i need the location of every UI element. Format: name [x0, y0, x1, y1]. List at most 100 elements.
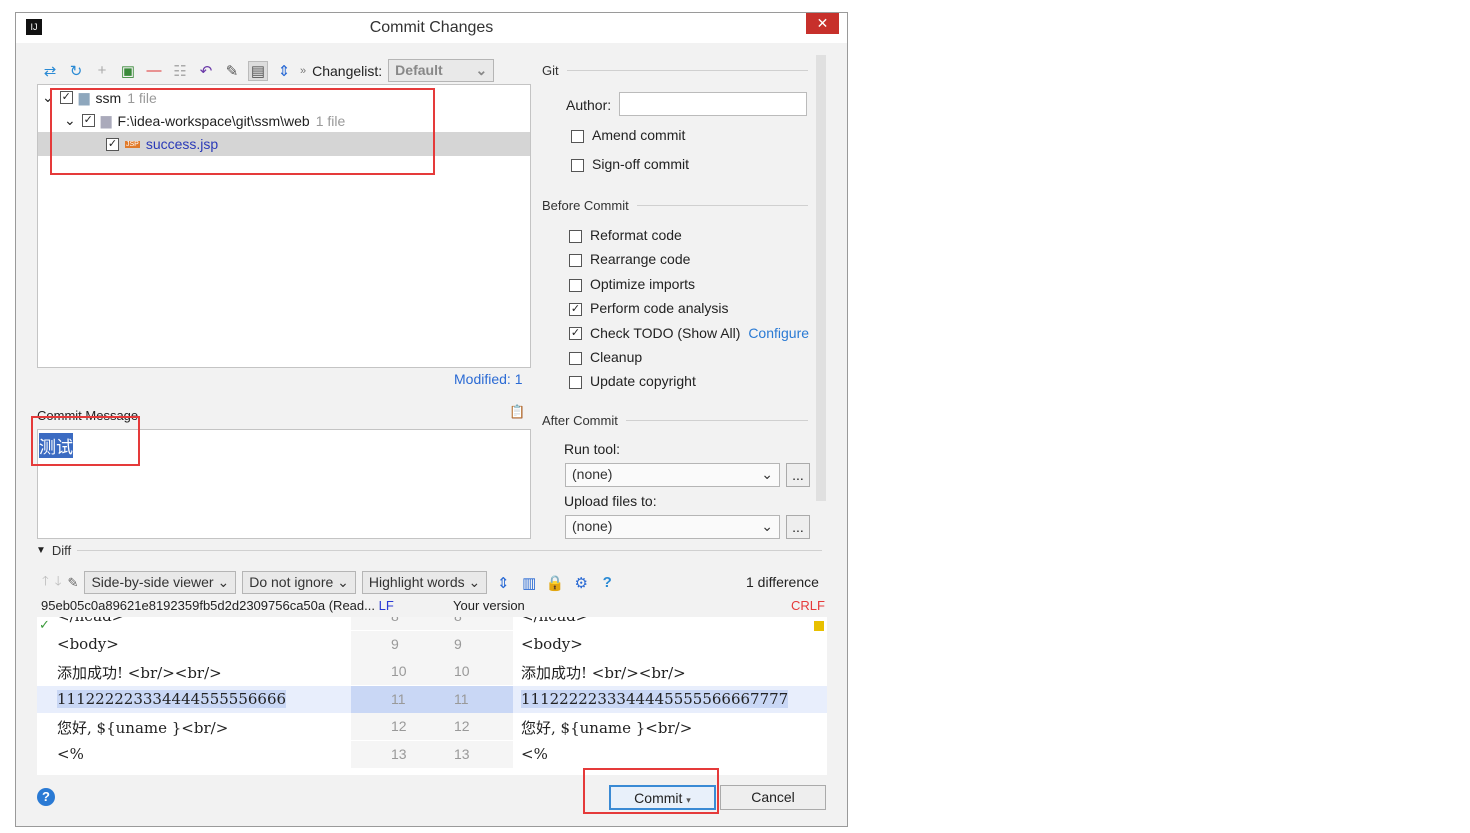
diff-toolbar: 🡑 🡓 ✎ Side-by-side viewer ⌄ Do not ignor…: [42, 571, 617, 594]
message-history-icon[interactable]: 📋: [509, 404, 525, 420]
option-cleanup[interactable]: Cleanup: [569, 349, 642, 365]
diff-section[interactable]: ▼ Diff: [36, 543, 822, 558]
edit-source-icon[interactable]: ✎: [222, 62, 242, 80]
run-tool-dropdown[interactable]: (none) ⌄: [565, 463, 780, 487]
amend-commit-checkbox[interactable]: Amend commit: [571, 127, 685, 143]
left-revision: 95eb05c0a89621e8192359fb5d2d2309756ca50a…: [41, 598, 375, 613]
viewer-dropdown[interactable]: Side-by-side viewer ⌄: [84, 571, 237, 594]
author-input[interactable]: [619, 92, 807, 116]
right-code: </head>: [521, 617, 588, 625]
modified-count[interactable]: Modified: 1: [454, 371, 522, 387]
left-line-number: 10: [391, 663, 407, 679]
run-tool-browse-button[interactable]: ...: [786, 463, 810, 487]
change-marker[interactable]: [814, 621, 824, 631]
author-label: Author:: [566, 97, 612, 113]
group-icon[interactable]: ☷: [170, 62, 190, 80]
option-label: Reformat code: [590, 227, 682, 243]
signoff-commit-checkbox[interactable]: Sign-off commit: [571, 156, 689, 172]
right-code: <body>: [521, 634, 583, 653]
expand-all-icon[interactable]: ⇕: [274, 62, 294, 80]
option-label: Update copyright: [590, 373, 696, 390]
changelist-dropdown[interactable]: Default ⌄: [388, 59, 495, 82]
gutter: 88: [351, 617, 513, 630]
checkbox[interactable]: ✓: [569, 327, 582, 341]
right-line-number: 9: [454, 635, 462, 652]
option-check-todo-show-all[interactable]: ✓ Check TODO (Show All) Configure: [569, 325, 809, 341]
diff-viewer[interactable]: </head> 88 </head> <body> 99 <body> 添加成功! <br/…: [37, 617, 827, 775]
lock-icon[interactable]: 🔒: [545, 574, 565, 592]
checkbox[interactable]: [569, 278, 582, 292]
checkbox[interactable]: [569, 229, 582, 243]
diff-line: 您好, ${uname }<br/> 12 12 您好, ${uname }<br/>: [37, 713, 827, 740]
left-line-number: 11: [391, 690, 406, 707]
close-button[interactable]: ✕: [806, 13, 839, 34]
add-icon[interactable]: +: [92, 62, 112, 79]
remove-icon[interactable]: —: [144, 62, 164, 79]
left-code: </head>: [57, 617, 124, 625]
gear-icon[interactable]: ⚙: [571, 574, 591, 592]
options-scrollbar[interactable]: [816, 55, 826, 501]
checkbox[interactable]: [569, 351, 582, 365]
option-optimize-imports[interactable]: Optimize imports: [569, 276, 695, 292]
group-by-directory-icon[interactable]: ▤: [248, 60, 268, 81]
collapse-icon[interactable]: ▼: [36, 545, 46, 556]
difference-count: 1 difference: [746, 574, 819, 590]
right-title: Your version: [453, 598, 525, 613]
option-label: Optimize imports: [590, 275, 696, 292]
option-perform-code-analysis[interactable]: ✓ Perform code analysis: [569, 300, 729, 316]
checkbox[interactable]: ✓: [569, 302, 582, 316]
chevron-down-icon: ⌄: [761, 518, 773, 534]
edit-icon[interactable]: ✎: [68, 575, 79, 591]
annotation-highlight: [31, 416, 140, 466]
cancel-button[interactable]: Cancel: [720, 785, 826, 810]
checkbox[interactable]: [569, 376, 582, 390]
move-icon[interactable]: ▣: [118, 62, 138, 80]
help-button[interactable]: ?: [37, 788, 55, 806]
left-line-separator: LF: [378, 598, 394, 613]
option-label: Cleanup: [590, 349, 643, 365]
right-line-number: 10: [454, 663, 470, 679]
dropdown-value: (none): [572, 466, 613, 482]
section-title: Diff: [51, 543, 72, 558]
option-update-copyright[interactable]: Update copyright: [569, 373, 696, 389]
checkbox[interactable]: [569, 254, 582, 268]
left-code: 添加成功! <br/><br/>: [57, 664, 222, 682]
upload-dropdown[interactable]: (none) ⌄: [565, 515, 780, 539]
configure-link[interactable]: Configure: [748, 325, 809, 341]
collapse-unchanged-icon[interactable]: ⇕: [493, 574, 513, 592]
highlight-dropdown[interactable]: Highlight words ⌄: [361, 571, 488, 594]
left-code: <%: [57, 744, 84, 763]
gutter: 13 13: [351, 740, 513, 768]
annotation-highlight: [50, 88, 435, 175]
diff-line: 添加成功! <br/><br/> 10 10 添加成功! <br/><br/>: [37, 658, 827, 685]
help-icon[interactable]: ?: [597, 574, 617, 591]
chevron-down-icon: ⌄: [761, 466, 773, 482]
git-section-title: Git: [542, 63, 559, 78]
arrow-up-icon[interactable]: 🡑: [42, 572, 49, 594]
upload-browse-button[interactable]: ...: [786, 515, 810, 539]
right-code: <%: [521, 744, 548, 763]
left-title: 95eb05c0a89621e8192359fb5d2d2309756ca50a…: [41, 598, 394, 613]
dialog-title: Commit Changes: [369, 19, 494, 36]
check-icon: ✓: [39, 617, 50, 632]
left-line-number: 12: [391, 718, 407, 734]
commit-dialog: IJ Commit Changes ✕ ⇄ ↻ + ▣ — ☷ ↶ ✎ ▤ ⇕ …: [15, 12, 848, 827]
sync-scroll-icon[interactable]: ▥: [519, 574, 539, 592]
ignore-dropdown[interactable]: Do not ignore ⌄: [242, 571, 356, 594]
rollback-icon[interactable]: ↶: [196, 62, 216, 80]
left-line-number: 8: [391, 617, 399, 624]
show-diff-icon[interactable]: ⇄: [40, 62, 60, 80]
option-reformat-code[interactable]: Reformat code: [569, 227, 682, 243]
right-code: 1112222233344445555566667777: [521, 689, 789, 708]
arrow-down-icon[interactable]: 🡓: [55, 572, 62, 594]
option-rearrange-code[interactable]: Rearrange code: [569, 251, 690, 267]
left-code: <body>: [57, 634, 119, 653]
gutter: 12 12: [351, 713, 513, 740]
diff-line: <body> 9 9 <body>: [37, 630, 827, 658]
left-code: 您好, ${uname }<br/>: [57, 719, 229, 737]
right-code: 添加成功! <br/><br/>: [521, 664, 686, 682]
option-label: Rearrange code: [590, 251, 691, 268]
refresh-icon[interactable]: ↻: [66, 62, 86, 80]
gutter: 99: [351, 630, 513, 658]
right-line-separator: CRLF: [791, 598, 825, 613]
